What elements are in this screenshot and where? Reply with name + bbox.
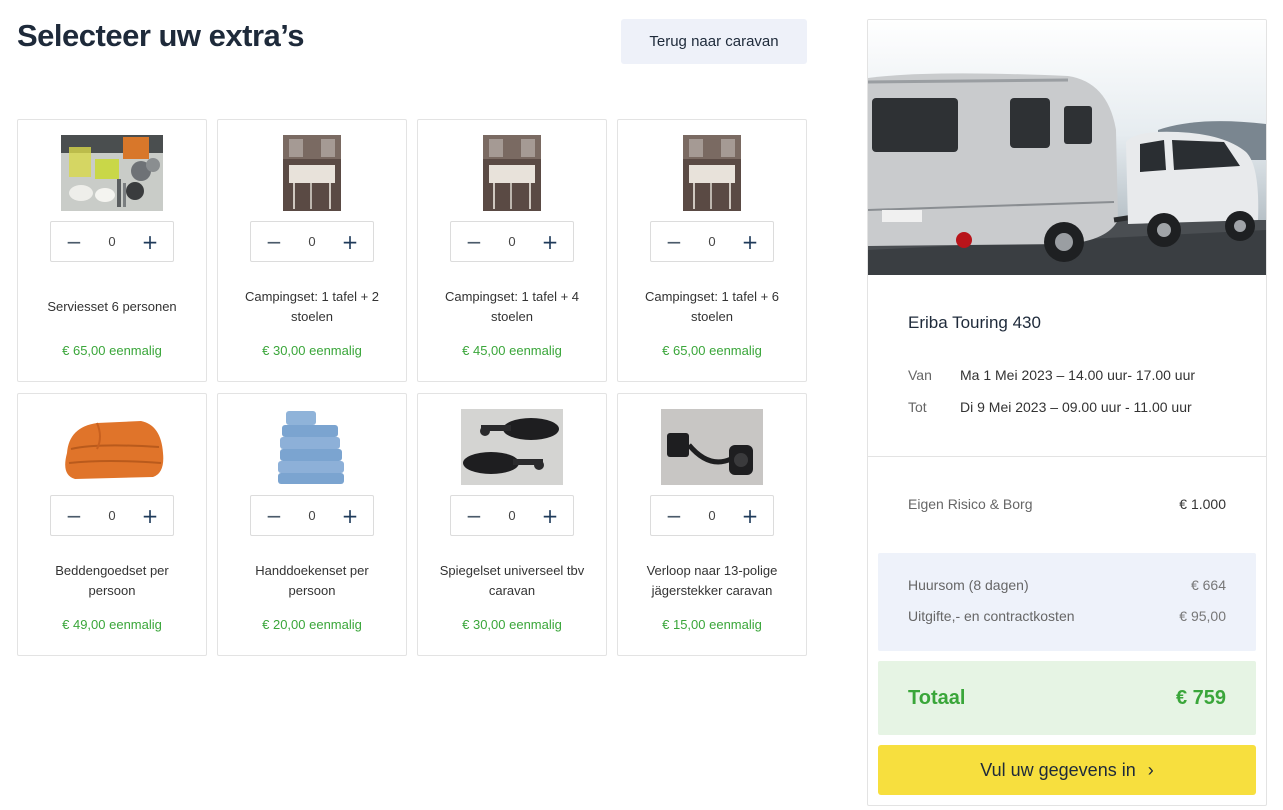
- extra-image-camping-set: [218, 135, 406, 211]
- fees-value: € 95,00: [1179, 608, 1226, 624]
- quantity-stepper: − 0 +: [50, 495, 174, 536]
- decrease-button[interactable]: −: [63, 230, 85, 254]
- extra-price: € 65,00 eenmalig: [662, 343, 762, 358]
- extra-card: − 0 + Serviesset 6 personen € 65,00 eenm…: [17, 119, 207, 382]
- quantity-stepper: − 0 +: [650, 221, 774, 262]
- decrease-button[interactable]: −: [463, 504, 485, 528]
- deposit-label: Eigen Risico & Borg: [908, 496, 1033, 512]
- increase-button[interactable]: +: [139, 504, 161, 528]
- extra-name: Beddengoedset per persoon: [55, 563, 169, 598]
- date-to-label: Tot: [908, 399, 927, 415]
- date-to-row: Tot Di 9 Mei 2023 – 09.00 uur - 11.00 uur: [908, 399, 1192, 415]
- quantity-stepper: − 0 +: [250, 495, 374, 536]
- summary-divider: [868, 456, 1266, 457]
- quantity-value: 0: [308, 508, 316, 523]
- fees-label: Uitgifte,- en contractkosten: [908, 608, 1075, 624]
- extra-name: Serviesset 6 personen: [47, 299, 177, 314]
- quantity-value: 0: [108, 234, 116, 249]
- extra-image-camping-set: [418, 135, 606, 211]
- extra-card: − 0 + Handdoekenset per persoon € 20,00 …: [217, 393, 407, 656]
- quantity-stepper: − 0 +: [250, 221, 374, 262]
- extras-grid: − 0 + Serviesset 6 personen € 65,00 eenm…: [17, 119, 807, 656]
- quantity-value: 0: [508, 508, 516, 523]
- increase-button[interactable]: +: [339, 230, 361, 254]
- increase-button[interactable]: +: [739, 504, 761, 528]
- date-to-value: Di 9 Mei 2023 – 09.00 uur - 11.00 uur: [960, 399, 1192, 415]
- quantity-stepper: − 0 +: [450, 495, 574, 536]
- extra-image-camping-set: [618, 135, 806, 211]
- enter-details-label: Vul uw gegevens in: [980, 759, 1136, 780]
- quantity-stepper: − 0 +: [450, 221, 574, 262]
- increase-button[interactable]: +: [139, 230, 161, 254]
- extra-price: € 30,00 eenmalig: [462, 617, 562, 632]
- extra-price: € 15,00 eenmalig: [662, 617, 762, 632]
- extra-price: € 45,00 eenmalig: [462, 343, 562, 358]
- extra-name: Campingset: 1 tafel + 2 stoelen: [244, 289, 380, 324]
- increase-button[interactable]: +: [539, 230, 561, 254]
- back-to-caravan-button[interactable]: Terug naar caravan: [621, 19, 807, 64]
- extra-card: − 0 + Spiegelset universeel tbv caravan …: [417, 393, 607, 656]
- fees-row: Uitgifte,- en contractkosten € 95,00: [908, 608, 1226, 624]
- date-from-label: Van: [908, 367, 932, 383]
- rent-row: Huursom (8 dagen) € 664: [908, 577, 1226, 593]
- quantity-value: 0: [708, 234, 716, 249]
- extra-name: Verloop naar 13-polige jägerstekker cara…: [646, 563, 778, 598]
- deposit-row: Eigen Risico & Borg € 1.000: [908, 496, 1226, 512]
- quantity-value: 0: [308, 234, 316, 249]
- decrease-button[interactable]: −: [463, 230, 485, 254]
- extra-name: Campingset: 1 tafel + 6 stoelen: [644, 289, 780, 324]
- extra-card: − 0 + Campingset: 1 tafel + 4 stoelen € …: [417, 119, 607, 382]
- total-label: Totaal: [908, 686, 966, 709]
- quantity-value: 0: [508, 234, 516, 249]
- rent-label: Huursom (8 dagen): [908, 577, 1029, 593]
- extra-image-towels: [218, 409, 406, 485]
- booking-summary: Eriba Touring 430 Van Ma 1 Mei 2023 – 14.…: [867, 19, 1267, 806]
- total-box: Totaal € 759: [878, 661, 1256, 735]
- enter-details-button[interactable]: Vul uw gegevens in ›: [878, 745, 1256, 795]
- decrease-button[interactable]: −: [263, 504, 285, 528]
- extra-name: Handdoekenset per persoon: [255, 563, 369, 598]
- quantity-value: 0: [708, 508, 716, 523]
- caravan-model: Eriba Touring 430: [908, 313, 1041, 332]
- increase-button[interactable]: +: [339, 504, 361, 528]
- quantity-stepper: − 0 +: [650, 495, 774, 536]
- extra-card: − 0 + Campingset: 1 tafel + 6 stoelen € …: [617, 119, 807, 382]
- extra-card: − 0 + Campingset: 1 tafel + 2 stoelen € …: [217, 119, 407, 382]
- date-from-value: Ma 1 Mei 2023 – 14.00 uur- 17.00 uur: [960, 367, 1196, 383]
- extra-name: Spiegelset universeel tbv caravan: [439, 563, 585, 598]
- increase-button[interactable]: +: [539, 504, 561, 528]
- date-from-row: Van Ma 1 Mei 2023 – 14.00 uur- 17.00 uur: [908, 367, 1195, 383]
- page-title: Selecteer uw extra’s: [17, 18, 304, 53]
- extra-price: € 65,00 eenmalig: [62, 343, 162, 358]
- decrease-button[interactable]: −: [63, 504, 85, 528]
- rent-value: € 664: [1190, 577, 1226, 593]
- chevron-right-icon: ›: [1147, 759, 1154, 780]
- extra-card: − 0 + Beddengoedset per persoon € 49,00 …: [17, 393, 207, 656]
- decrease-button[interactable]: −: [263, 230, 285, 254]
- extra-image-bedding: [18, 409, 206, 485]
- extra-card: − 0 + Verloop naar 13-polige jägerstekke…: [617, 393, 807, 656]
- increase-button[interactable]: +: [739, 230, 761, 254]
- extra-image-adapter: [618, 409, 806, 485]
- extra-price: € 49,00 eenmalig: [62, 617, 162, 632]
- decrease-button[interactable]: −: [663, 504, 685, 528]
- extra-price: € 30,00 eenmalig: [262, 343, 362, 358]
- extra-name: Campingset: 1 tafel + 4 stoelen: [444, 289, 580, 324]
- quantity-value: 0: [108, 508, 116, 523]
- deposit-value: € 1.000: [1179, 496, 1226, 512]
- total-value: € 759: [1175, 686, 1226, 709]
- decrease-button[interactable]: −: [663, 230, 685, 254]
- extra-price: € 20,00 eenmalig: [262, 617, 362, 632]
- cost-breakdown: Huursom (8 dagen) € 664 Uitgifte,- en co…: [878, 553, 1256, 651]
- quantity-stepper: − 0 +: [50, 221, 174, 262]
- extra-image-dishware: [18, 135, 206, 211]
- caravan-photo: [868, 20, 1266, 275]
- extra-image-mirrors: [418, 409, 606, 485]
